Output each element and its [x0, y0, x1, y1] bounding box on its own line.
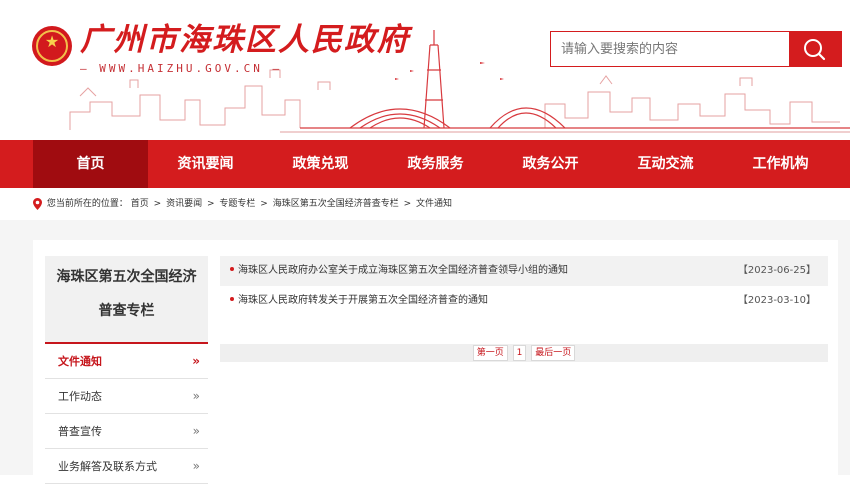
sidebar-item-updates[interactable]: 工作动态 » [45, 379, 208, 414]
breadcrumb-home[interactable]: 首页 [131, 199, 149, 209]
sidebar-item-label: 业务解答及联系方式 [58, 460, 157, 473]
sidebar: 海珠区第五次全国经济普查专栏 文件通知 » 工作动态 » 普查宣传 » 业务解答… [45, 256, 208, 484]
main-content: 海珠区第五次全国经济普查专栏 文件通知 » 工作动态 » 普查宣传 » 业务解答… [0, 220, 850, 484]
site-header: ★ 广州市海珠区人民政府 — WWW.HAIZHU.GOV.CN — [0, 0, 850, 140]
nav-item-disclosure[interactable]: 政务公开 [493, 140, 608, 188]
chevron-right-icon: » [192, 354, 200, 368]
sidebar-item-label: 普查宣传 [58, 425, 102, 438]
breadcrumb-census-column[interactable]: 海珠区第五次全国经济普查专栏 [273, 199, 399, 209]
sidebar-item-publicity[interactable]: 普查宣传 » [45, 414, 208, 449]
breadcrumb-prefix: 您当前所在的位置： [46, 199, 128, 209]
chevron-right-icon: » [192, 424, 200, 438]
content-panel: 海珠区第五次全国经济普查专栏 文件通知 » 工作动态 » 普查宣传 » 业务解答… [33, 240, 838, 484]
location-pin-icon [33, 197, 42, 210]
main-nav: 首页 资讯要闻 政策兑现 政务服务 政务公开 互动交流 工作机构 [0, 140, 850, 188]
search-box [550, 31, 842, 67]
sidebar-item-label: 文件通知 [58, 355, 102, 368]
search-icon [804, 39, 826, 61]
page-number-button[interactable]: 1 [512, 345, 527, 361]
breadcrumb-notices[interactable]: 文件通知 [416, 199, 452, 209]
article-title[interactable]: 海珠区人民政府转发关于开展第五次全国经济普查的通知 [238, 295, 488, 306]
breadcrumb-news[interactable]: 资讯要闻 [166, 199, 202, 209]
chevron-right-icon: » [192, 459, 200, 473]
article-date: 【2023-06-25】 [737, 265, 816, 276]
article-title[interactable]: 海珠区人民政府办公室关于成立海珠区第五次全国经济普查领导小组的通知 [238, 265, 568, 276]
breadcrumb-separator: > [206, 199, 215, 209]
nav-item-services[interactable]: 政务服务 [378, 140, 493, 188]
breadcrumb-separator: > [153, 199, 162, 209]
article-list: 海珠区人民政府办公室关于成立海珠区第五次全国经济普查领导小组的通知 【2023-… [220, 256, 828, 362]
bullet-icon [230, 267, 234, 271]
sidebar-title: 海珠区第五次全国经济普查专栏 [45, 256, 208, 344]
sidebar-item-notices[interactable]: 文件通知 » [45, 344, 208, 379]
first-page-button[interactable]: 第一页 [472, 345, 508, 361]
pagination: 第一页 1 最后一页 [220, 344, 828, 362]
search-button[interactable] [789, 32, 841, 66]
breadcrumb-separator: > [403, 199, 412, 209]
bullet-icon [230, 297, 234, 301]
sidebar-item-faq-contact[interactable]: 业务解答及联系方式 » [45, 449, 208, 484]
last-page-button[interactable]: 最后一页 [531, 345, 576, 361]
nav-item-news[interactable]: 资讯要闻 [148, 140, 263, 188]
nav-item-agencies[interactable]: 工作机构 [723, 140, 838, 188]
site-url: — WWW.HAIZHU.GOV.CN — [80, 62, 283, 75]
nav-item-interaction[interactable]: 互动交流 [608, 140, 723, 188]
breadcrumb-topics[interactable]: 专题专栏 [219, 199, 255, 209]
article-date: 【2023-03-10】 [737, 295, 816, 306]
breadcrumb: 您当前所在的位置： 首页 > 资讯要闻 > 专题专栏 > 海珠区第五次全国经济普… [0, 188, 850, 220]
breadcrumb-separator: > [260, 199, 268, 209]
search-input[interactable] [551, 32, 789, 66]
site-title[interactable]: 广州市海珠区人民政府 [80, 20, 410, 60]
list-item[interactable]: 海珠区人民政府转发关于开展第五次全国经济普查的通知 【2023-03-10】 [220, 286, 828, 316]
sidebar-item-label: 工作动态 [58, 390, 102, 403]
national-emblem-icon: ★ [32, 26, 72, 66]
nav-item-home[interactable]: 首页 [33, 140, 148, 188]
chevron-right-icon: » [192, 389, 200, 403]
nav-item-policy[interactable]: 政策兑现 [263, 140, 378, 188]
list-item[interactable]: 海珠区人民政府办公室关于成立海珠区第五次全国经济普查领导小组的通知 【2023-… [220, 256, 828, 286]
